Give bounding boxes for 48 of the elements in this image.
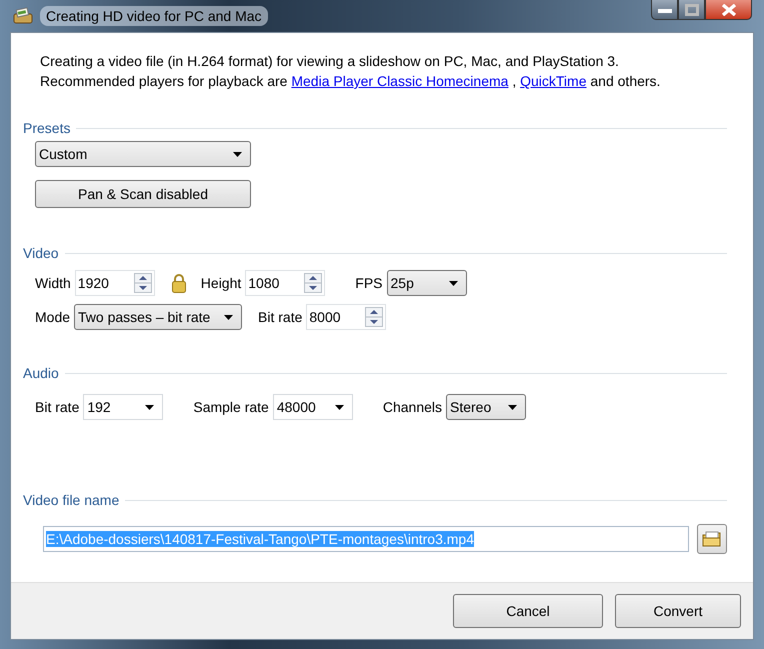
minimize-button[interactable] <box>651 0 678 20</box>
field-label: Height <box>200 275 242 291</box>
number-spinner[interactable]: 1080 <box>245 270 326 296</box>
lock-icon[interactable] <box>170 273 187 293</box>
spin-arrows-icon[interactable] <box>365 307 384 327</box>
field-label: Channels <box>382 399 442 415</box>
minimize-icon <box>658 6 672 12</box>
maximize-icon <box>684 4 698 16</box>
window-title: Creating HD video for PC and Mac <box>40 6 268 26</box>
caret-icon <box>233 152 242 156</box>
dialog-button[interactable]: Convert <box>615 594 741 628</box>
combo-box[interactable]: 192 <box>83 394 164 420</box>
pan-scan-button[interactable]: Pan & Scan disabled <box>35 180 251 208</box>
caret-icon <box>145 404 154 410</box>
close-button[interactable] <box>705 0 752 20</box>
field-label: Bit rate <box>35 399 80 415</box>
folder-icon <box>702 530 722 548</box>
combo-box[interactable]: 48000 <box>272 394 353 420</box>
close-icon <box>720 4 736 16</box>
section-title: Video file name <box>23 492 120 508</box>
dialog-button[interactable]: Cancel <box>453 594 603 628</box>
field-label: Mode <box>35 309 70 325</box>
caret-icon <box>334 404 344 410</box>
caret-icon <box>448 280 458 286</box>
section-title: Audio <box>23 365 59 381</box>
browse-button[interactable] <box>697 524 727 554</box>
number-spinner[interactable]: 8000 <box>306 304 386 330</box>
caret-icon <box>224 314 234 320</box>
dropdown[interactable]: Stereo <box>446 394 526 420</box>
spin-arrows-icon[interactable] <box>304 273 322 293</box>
field-label: FPS <box>355 275 382 291</box>
description-text: Recommended players for playback are Media Player Classic Homecinema , QuickTime and others. <box>40 72 662 91</box>
field-label: Width <box>35 275 71 291</box>
field-label: Bit rate <box>258 309 302 325</box>
section-title: Presets <box>23 120 70 136</box>
preset-dropdown[interactable]: Custom <box>35 141 251 167</box>
number-spinner[interactable]: 1920 <box>74 270 155 296</box>
spin-arrows-icon[interactable] <box>134 273 152 293</box>
caret-icon <box>508 404 517 410</box>
player-link[interactable]: Media Player Classic Homecinema <box>291 73 508 89</box>
dropdown[interactable]: 25p <box>386 270 466 296</box>
player-link[interactable]: QuickTime <box>520 73 586 89</box>
section-title: Video <box>23 245 59 261</box>
maximize-button[interactable] <box>678 0 705 20</box>
description-text: Creating a video file (in H.264 format) for viewing a slideshow on PC, Mac, and PlayStation 3. <box>40 52 620 71</box>
app-icon <box>12 7 34 25</box>
dropdown[interactable]: Two passes – bit rate <box>74 304 242 330</box>
field-label: Sample rate <box>193 399 269 415</box>
